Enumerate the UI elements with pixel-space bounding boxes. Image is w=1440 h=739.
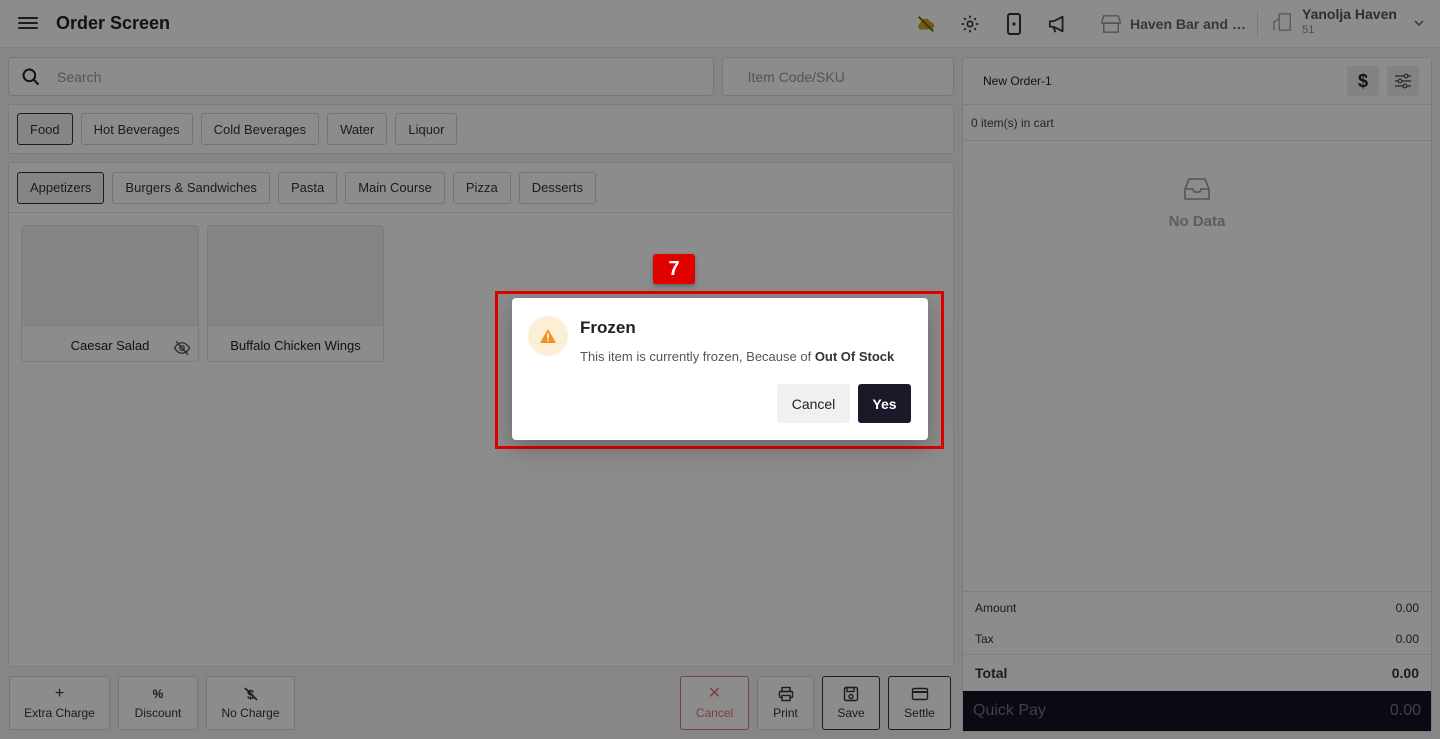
warning-icon <box>540 329 556 343</box>
frozen-dialog: Frozen This item is currently frozen, Be… <box>512 298 928 440</box>
warning-badge <box>528 316 568 356</box>
cancel-button[interactable]: Cancel <box>777 384 850 423</box>
dialog-message: This item is currently frozen, Because o… <box>580 349 895 364</box>
dialog-title: Frozen <box>580 318 636 337</box>
step-badge: 7 <box>653 254 695 284</box>
frozen-reason: Out Of Stock <box>814 349 895 364</box>
yes-button[interactable]: Yes <box>858 384 911 423</box>
